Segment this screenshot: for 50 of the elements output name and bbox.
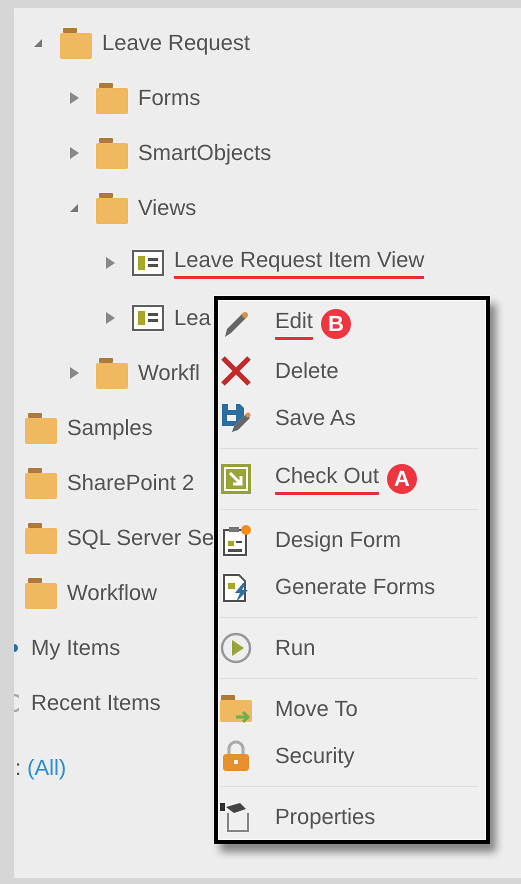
menu-item[interactable]: Generate Forms	[275, 574, 436, 600]
folder-item[interactable]: Workflow	[67, 580, 158, 606]
folder-icon	[25, 522, 57, 554]
menu-item[interactable]: Security	[275, 742, 354, 768]
menu-item[interactable]: Move To	[275, 696, 358, 722]
filter-label: :	[15, 755, 22, 781]
view-icon	[132, 304, 164, 330]
tree-item[interactable]: Leave Request Item View	[174, 246, 424, 278]
lock-icon	[222, 740, 250, 772]
check-out-icon	[221, 464, 251, 494]
menu-item[interactable]: Check Out	[275, 462, 379, 494]
menu-item[interactable]: Delete	[275, 358, 339, 384]
nav-item[interactable]: Recent Items	[31, 690, 161, 716]
properties-icon	[220, 800, 252, 832]
tree-item[interactable]: Forms	[138, 84, 200, 110]
delete-icon	[220, 354, 252, 386]
tree-item[interactable]: Workfl	[138, 360, 200, 386]
folder-icon	[25, 466, 57, 498]
expand-arrow[interactable]	[68, 146, 80, 160]
view-icon	[132, 250, 164, 276]
callout-badge: A	[386, 464, 417, 494]
folder-icon	[96, 192, 128, 224]
menu-item[interactable]: Save As	[275, 404, 356, 430]
run-icon	[220, 632, 252, 664]
folder-item[interactable]: SQL Server Se	[67, 524, 214, 550]
expand-arrow[interactable]	[68, 366, 80, 380]
callout-badge: B	[320, 308, 351, 338]
tree-item[interactable]: SmartObjects	[138, 140, 272, 166]
folder-icon	[96, 356, 128, 388]
folder-item[interactable]: SharePoint 2	[67, 470, 194, 496]
tree-item[interactable]: Lea	[174, 304, 211, 330]
expand-arrow[interactable]	[104, 256, 116, 270]
folder-icon	[25, 412, 57, 444]
folder-arrow-icon	[220, 692, 252, 724]
nav-item[interactable]: My Items	[31, 634, 120, 660]
folder-icon	[25, 576, 57, 608]
folder-item[interactable]: Samples	[67, 414, 153, 440]
folder-icon	[96, 136, 128, 168]
menu-item[interactable]: Properties	[275, 804, 376, 830]
design-form-icon	[221, 524, 251, 556]
menu-item[interactable]: Run	[275, 634, 316, 660]
menu-item[interactable]: Design Form	[275, 526, 401, 552]
tree-item[interactable]: Leave Request	[102, 30, 250, 56]
menu-item[interactable]: Edit	[275, 308, 313, 340]
save-as-icon	[220, 402, 252, 434]
tree-item[interactable]: Views	[138, 194, 196, 220]
expand-arrow[interactable]	[68, 90, 80, 104]
expand-arrow[interactable]	[104, 310, 116, 324]
folder-icon	[60, 26, 92, 58]
folder-icon	[96, 82, 128, 114]
